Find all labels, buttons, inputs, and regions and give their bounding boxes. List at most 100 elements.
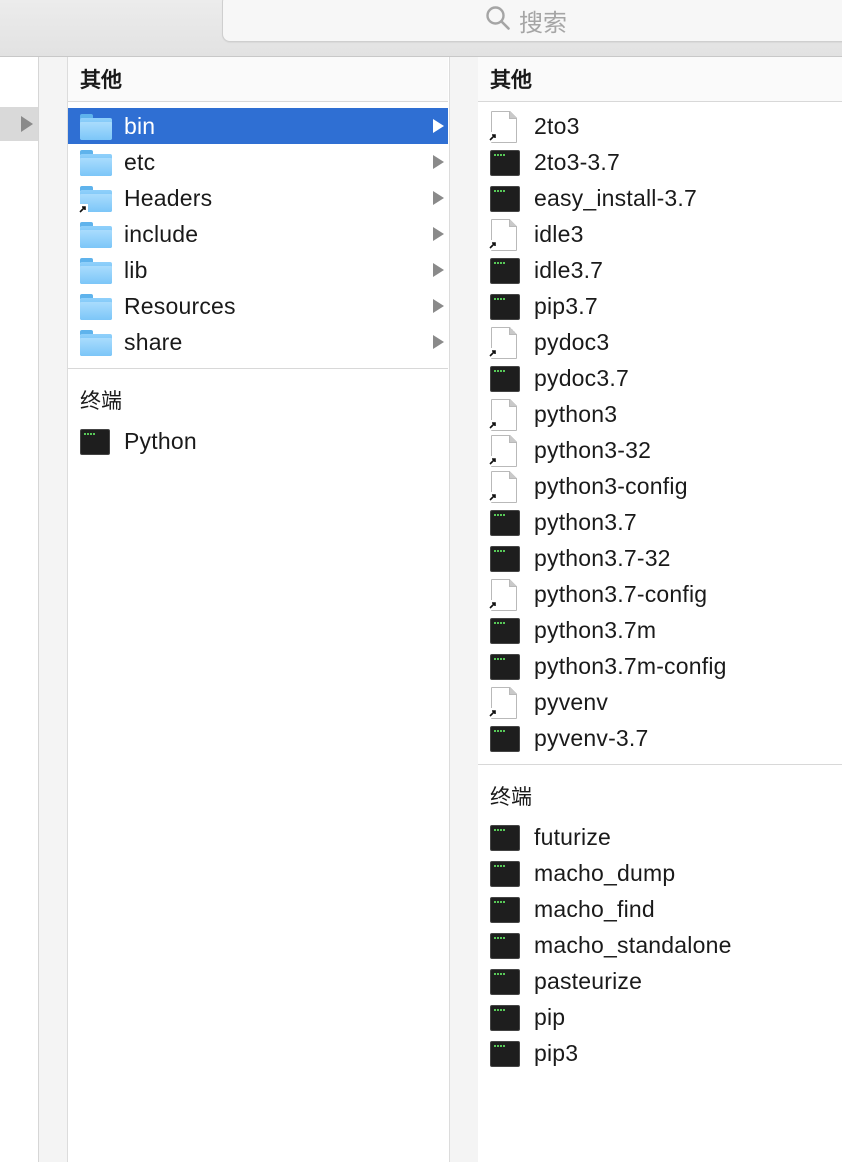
file-pip3[interactable]: pip3 bbox=[478, 1035, 842, 1071]
item-label: python3.7 bbox=[534, 508, 637, 535]
item-label: python3-config bbox=[534, 472, 688, 499]
search-field[interactable]: 搜索 bbox=[222, 0, 842, 42]
terminal-icon bbox=[490, 290, 522, 322]
file-python3-7m-config[interactable]: python3.7m-config bbox=[478, 648, 842, 684]
item-label: pydoc3.7 bbox=[534, 364, 629, 391]
alias-icon bbox=[488, 110, 522, 143]
item-label: idle3 bbox=[534, 220, 584, 247]
alias-icon bbox=[488, 434, 522, 467]
item-label: easy_install-3.7 bbox=[534, 184, 698, 211]
alias-arrow-icon bbox=[488, 708, 498, 718]
item-label: 2to3 bbox=[534, 112, 580, 139]
alias-arrow-icon bbox=[488, 240, 498, 250]
folder-icon bbox=[80, 218, 112, 250]
folder-etc[interactable]: etc bbox=[68, 144, 448, 180]
item-label: etc bbox=[124, 148, 156, 175]
file-2to3-3-7[interactable]: 2to3-3.7 bbox=[478, 144, 842, 180]
item-label: lib bbox=[124, 256, 148, 283]
item-label: pip3.7 bbox=[534, 292, 598, 319]
section-header-terminal: 终端 bbox=[68, 369, 448, 417]
terminal-list: Python bbox=[68, 417, 448, 459]
folder-headers[interactable]: Headers bbox=[68, 180, 448, 216]
terminal-list: futurize macho_dump macho_find macho_standa… bbox=[478, 813, 842, 1071]
alias-arrow-icon bbox=[488, 600, 498, 610]
file-macho-standalone[interactable]: macho_standalone bbox=[478, 927, 842, 963]
parent-column-selected-row[interactable] bbox=[0, 107, 38, 141]
folder-icon bbox=[78, 182, 112, 214]
item-label: macho_find bbox=[534, 895, 655, 922]
terminal-icon bbox=[490, 965, 522, 997]
file-python3-config[interactable]: python3-config bbox=[478, 468, 842, 504]
chevron-right-icon bbox=[433, 335, 444, 349]
terminal-icon bbox=[490, 146, 522, 178]
item-label: futurize bbox=[534, 823, 612, 850]
file-python3-32[interactable]: python3-32 bbox=[478, 432, 842, 468]
item-label: Resources bbox=[124, 292, 236, 319]
item-label: python3-32 bbox=[534, 436, 652, 463]
file-python[interactable]: Python bbox=[68, 423, 448, 459]
file-python3[interactable]: python3 bbox=[478, 396, 842, 432]
alias-arrow-icon bbox=[488, 456, 498, 466]
alias-arrow-icon bbox=[488, 492, 498, 502]
file-python3-7-32[interactable]: python3.7-32 bbox=[478, 540, 842, 576]
file-macho-find[interactable]: macho_find bbox=[478, 891, 842, 927]
finder-toolbar: 搜索 bbox=[0, 0, 842, 57]
file-python3-7[interactable]: python3.7 bbox=[478, 504, 842, 540]
item-label: pip3 bbox=[534, 1039, 579, 1066]
file-macho-dump[interactable]: macho_dump bbox=[478, 855, 842, 891]
column-resize-handle[interactable] bbox=[449, 57, 479, 1162]
terminal-icon bbox=[490, 1037, 522, 1069]
item-label: share bbox=[124, 328, 183, 355]
item-label: 2to3-3.7 bbox=[534, 148, 620, 175]
file-pip[interactable]: pip bbox=[478, 999, 842, 1035]
alias-arrow-icon bbox=[488, 132, 498, 142]
terminal-icon bbox=[490, 821, 522, 853]
item-label: python3 bbox=[534, 400, 618, 427]
item-label: pyvenv-3.7 bbox=[534, 724, 649, 751]
item-label: pip bbox=[534, 1003, 566, 1030]
item-label: pydoc3 bbox=[534, 328, 610, 355]
folder-include[interactable]: include bbox=[68, 216, 448, 252]
file-futurize[interactable]: futurize bbox=[478, 819, 842, 855]
file-pyvenv-3-7[interactable]: pyvenv-3.7 bbox=[478, 720, 842, 756]
folder-lib[interactable]: lib bbox=[68, 252, 448, 288]
search-placeholder-group[interactable]: 搜索 bbox=[485, 1, 567, 39]
column-python-framework[interactable]: 其他 bin etc Headers include lib Resources share… bbox=[68, 57, 448, 1162]
column-resize-handle[interactable] bbox=[39, 57, 68, 1162]
item-label: pasteurize bbox=[534, 967, 643, 994]
terminal-icon bbox=[490, 1001, 522, 1033]
column-bin[interactable]: 其他 2to3 2to3-3.7 easy_install-3.7 idle3 idle… bbox=[478, 57, 842, 1162]
terminal-icon bbox=[490, 362, 522, 394]
item-label: macho_dump bbox=[534, 859, 676, 886]
file-idle3[interactable]: idle3 bbox=[478, 216, 842, 252]
chevron-right-icon bbox=[433, 155, 444, 169]
search-icon bbox=[485, 5, 511, 36]
file-python3-7m[interactable]: python3.7m bbox=[478, 612, 842, 648]
folder-icon bbox=[80, 326, 112, 358]
folder-resources[interactable]: Resources bbox=[68, 288, 448, 324]
parent-column[interactable] bbox=[0, 57, 39, 1162]
file-python3-7-config[interactable]: python3.7-config bbox=[478, 576, 842, 612]
file-easy-install-3-7[interactable]: easy_install-3.7 bbox=[478, 180, 842, 216]
file-pydoc3[interactable]: pydoc3 bbox=[478, 324, 842, 360]
alias-icon bbox=[488, 578, 522, 611]
file-pip3-7[interactable]: pip3.7 bbox=[478, 288, 842, 324]
terminal-icon bbox=[490, 614, 522, 646]
folder-icon bbox=[80, 146, 112, 178]
disclosure-triangle-icon bbox=[21, 116, 33, 137]
folder-bin[interactable]: bin bbox=[68, 108, 448, 144]
terminal-icon bbox=[490, 893, 522, 925]
alias-arrow-icon bbox=[78, 204, 88, 214]
terminal-icon bbox=[490, 857, 522, 889]
folder-icon bbox=[80, 290, 112, 322]
folder-share[interactable]: share bbox=[68, 324, 448, 360]
file-pasteurize[interactable]: pasteurize bbox=[478, 963, 842, 999]
file-pydoc3-7[interactable]: pydoc3.7 bbox=[478, 360, 842, 396]
alias-icon bbox=[488, 218, 522, 251]
file-idle3-7[interactable]: idle3.7 bbox=[478, 252, 842, 288]
chevron-right-icon bbox=[433, 227, 444, 241]
file-pyvenv[interactable]: pyvenv bbox=[478, 684, 842, 720]
file-2to3[interactable]: 2to3 bbox=[478, 108, 842, 144]
item-label: python3.7m-config bbox=[534, 652, 727, 679]
alias-arrow-icon bbox=[488, 420, 498, 430]
